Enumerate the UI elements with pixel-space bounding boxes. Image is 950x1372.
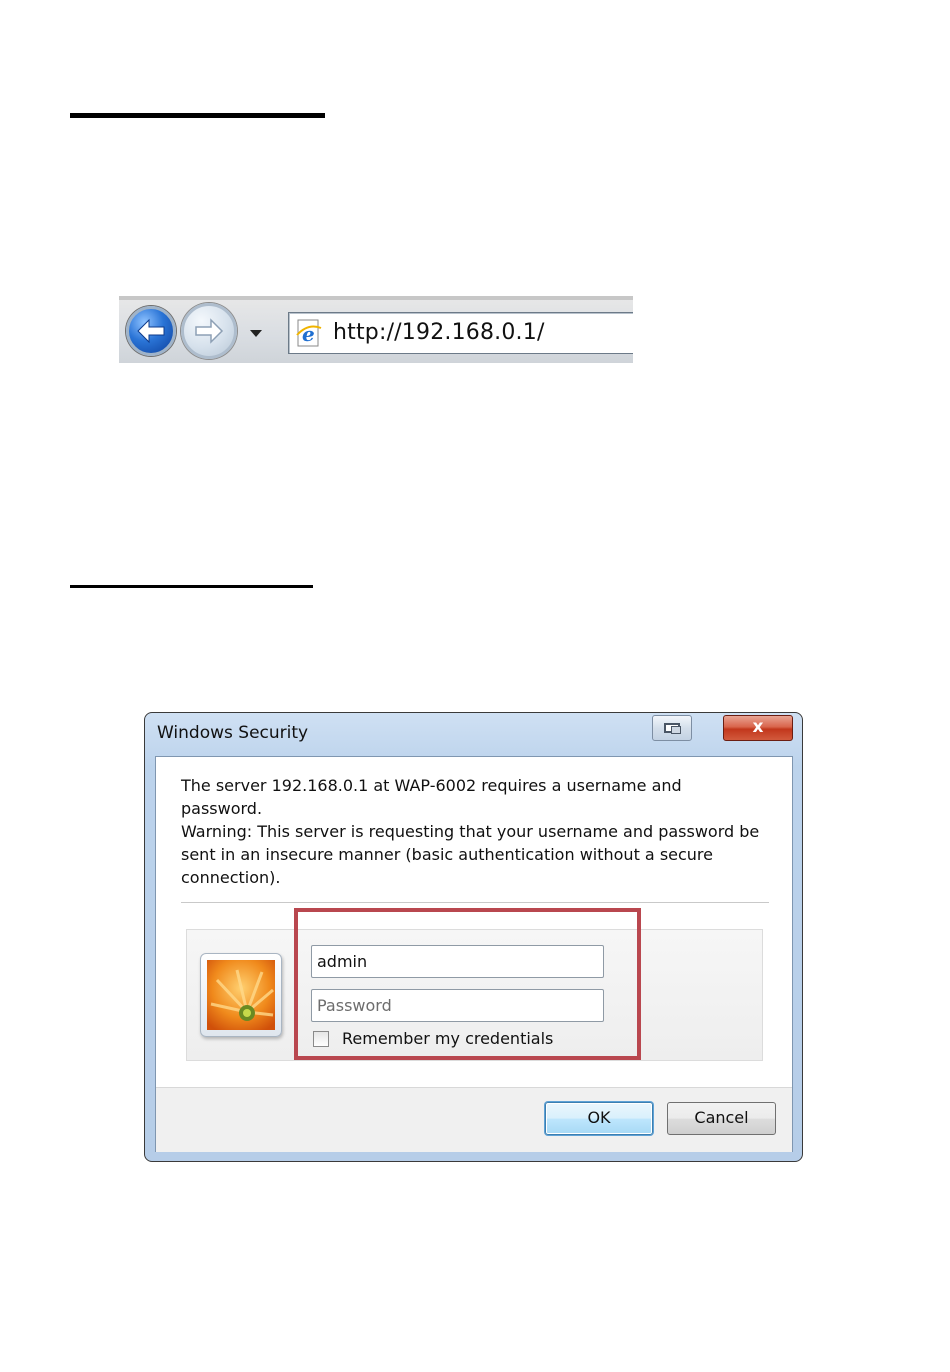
- toolbar-strip: [119, 296, 633, 300]
- warning-message: Warning: This server is requesting that …: [181, 822, 760, 887]
- cancel-button[interactable]: Cancel: [667, 1102, 776, 1135]
- back-arrow-icon: [137, 318, 165, 344]
- back-button[interactable]: [126, 306, 176, 356]
- dialog-body: The server 192.168.0.1 at WAP-6002 requi…: [155, 756, 793, 1152]
- heading-underline: [70, 113, 325, 118]
- divider: [181, 902, 769, 903]
- browser-navigation-bar: e http://192.168.0.1/: [119, 296, 633, 363]
- ok-button[interactable]: OK: [545, 1102, 653, 1135]
- windows-security-dialog: Windows Security x The server 192.168.0.…: [144, 712, 803, 1162]
- address-text: http://192.168.0.1/: [333, 320, 545, 345]
- flower-avatar-icon: [207, 960, 275, 1030]
- dialog-button-bar: OK Cancel: [156, 1087, 792, 1152]
- password-field[interactable]: Password: [311, 989, 604, 1022]
- forward-button[interactable]: [181, 303, 237, 359]
- dialog-title: Windows Security: [157, 723, 309, 743]
- username-field[interactable]: admin: [311, 945, 604, 978]
- remember-checkbox[interactable]: [313, 1031, 329, 1047]
- restore-icon-inner: [671, 726, 681, 734]
- ie-page-icon: e: [296, 319, 322, 347]
- server-message: The server 192.168.0.1 at WAP-6002 requi…: [181, 776, 682, 818]
- remember-label: Remember my credentials: [342, 1029, 554, 1048]
- user-avatar: [200, 953, 282, 1037]
- heading-underline: [70, 585, 313, 588]
- chevron-down-icon[interactable]: [250, 330, 262, 337]
- address-bar[interactable]: e http://192.168.0.1/: [288, 312, 633, 354]
- forward-arrow-icon: [195, 318, 224, 344]
- close-button[interactable]: x: [723, 715, 793, 741]
- restore-button[interactable]: [652, 715, 692, 741]
